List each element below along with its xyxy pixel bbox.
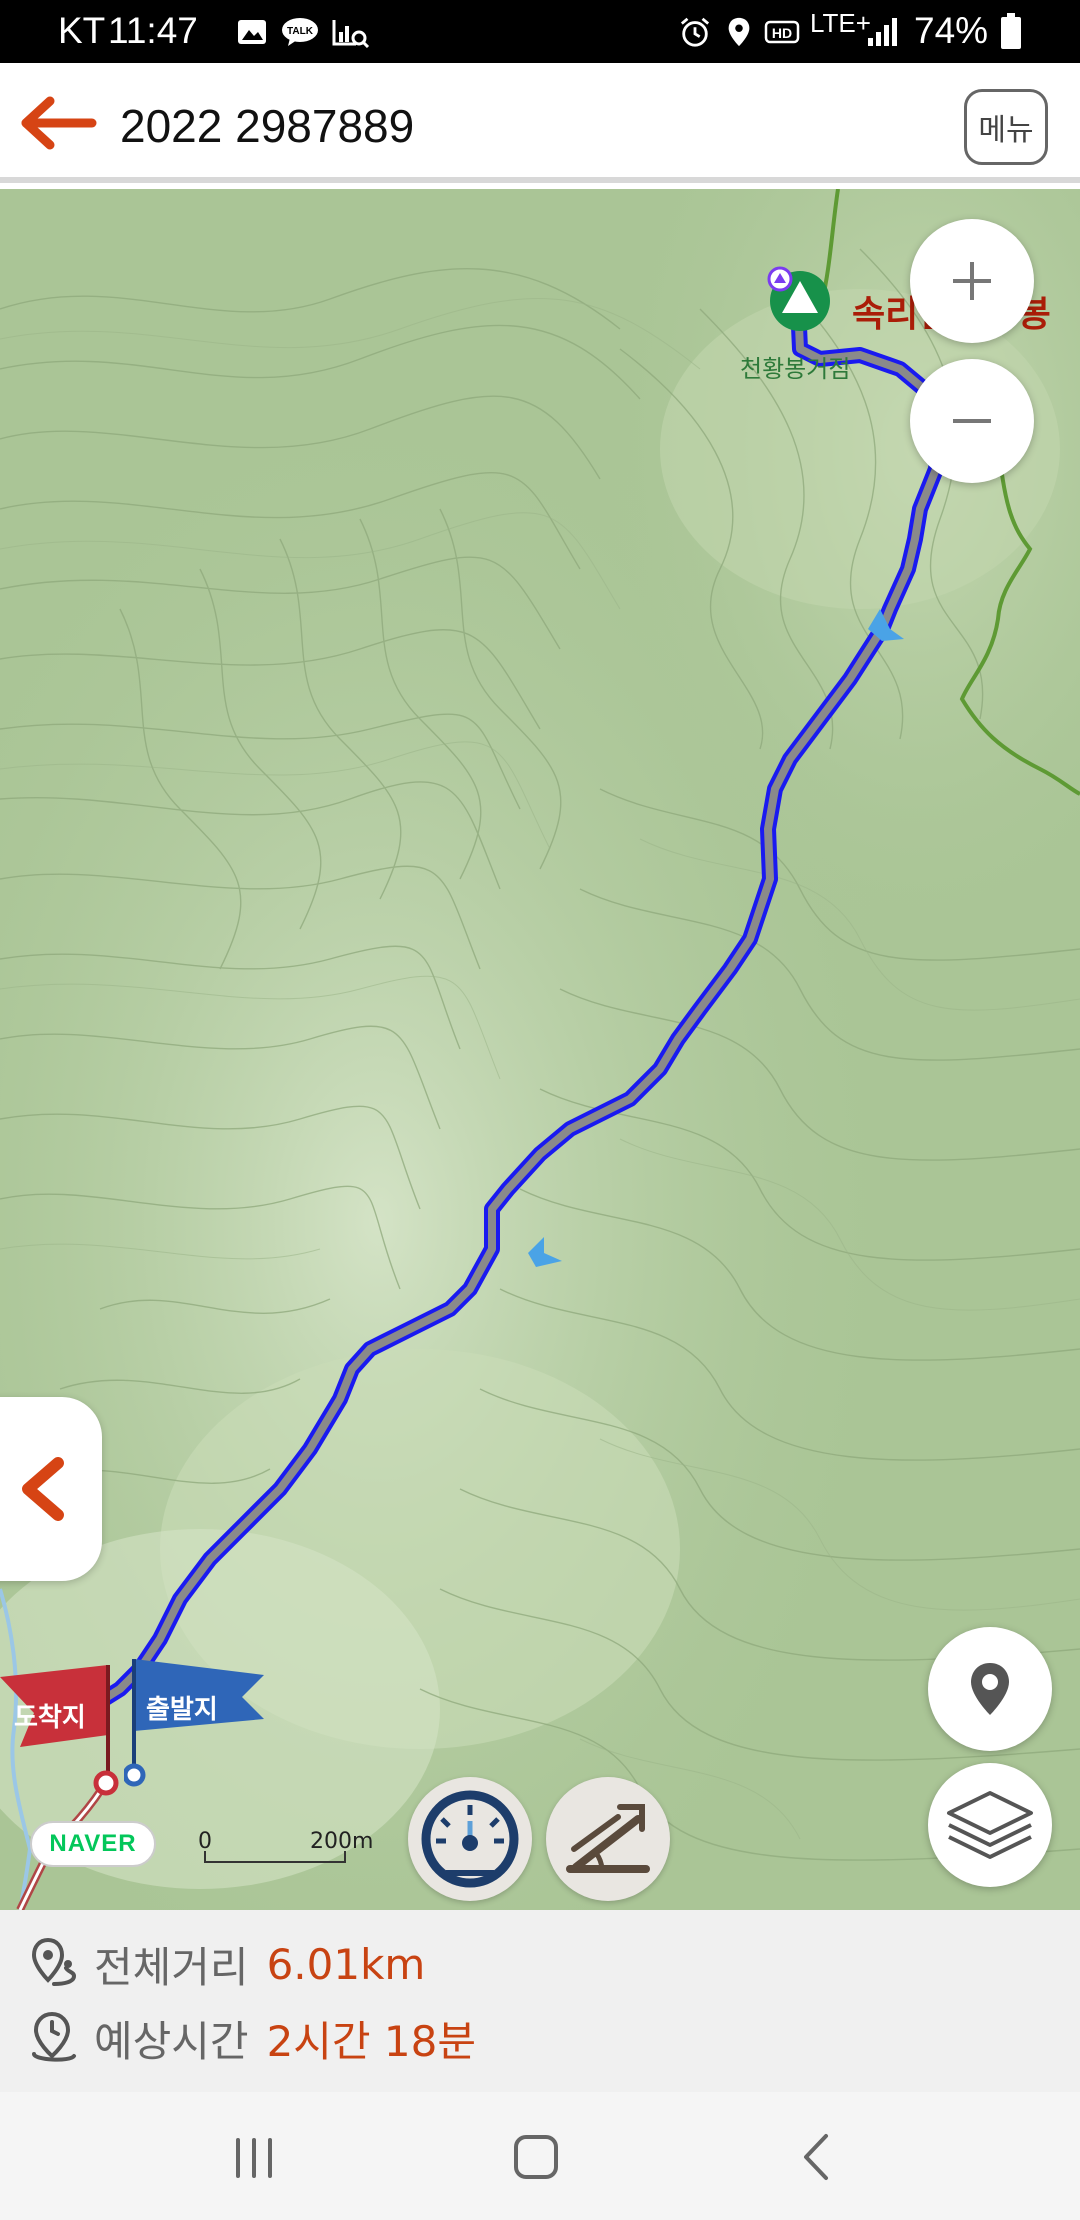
plus-icon	[953, 262, 991, 300]
battery-percent: 74%	[914, 10, 989, 51]
distance-value: 6.01km	[266, 1939, 426, 1989]
alarm-icon	[680, 17, 710, 47]
battery-icon	[1001, 13, 1021, 49]
map-view[interactable]: 속리산천황봉 천황봉거점 도착지 출발지	[0, 189, 1080, 1910]
map-layers-button[interactable]	[928, 1763, 1052, 1887]
hill-label: 천황봉거점	[740, 355, 851, 383]
chart-icon	[332, 20, 370, 48]
status-bar: KT 11:47 TALK HD LTE+ 74%	[0, 0, 1080, 63]
departure-flag-label: 출발지	[146, 1695, 218, 1725]
recent-apps-button[interactable]	[214, 2122, 294, 2192]
network-type: LTE+	[810, 8, 871, 38]
time-value: 2시간 18분	[266, 2016, 476, 2066]
menu-button[interactable]: 메뉴	[964, 89, 1048, 165]
system-nav-bar	[0, 2092, 1080, 2220]
clock: 11:47	[108, 10, 198, 51]
kakaotalk-icon: TALK	[282, 18, 318, 46]
departure-flag-icon	[124, 1659, 264, 1787]
svg-text:TALK: TALK	[287, 26, 314, 37]
naver-logo: NAVER	[30, 1821, 156, 1867]
layers-icon	[947, 1791, 1033, 1859]
arrival-flag-label: 도착지	[14, 1703, 86, 1733]
back-button[interactable]	[778, 2122, 858, 2192]
distance-row: 전체거리 6.01km	[30, 1934, 425, 1994]
time-pin-icon	[32, 2012, 76, 2062]
speedometer-button[interactable]	[408, 1777, 532, 1901]
time-row: 예상시간 2시간 18분	[30, 2008, 476, 2068]
time-label: 예상시간	[94, 2016, 249, 2066]
zoom-in-button[interactable]	[910, 219, 1034, 343]
gallery-icon	[238, 20, 266, 44]
minus-icon	[953, 419, 991, 423]
back-arrow-icon[interactable]	[18, 93, 98, 153]
slope-icon	[566, 1804, 650, 1873]
hd-icon: HD	[764, 20, 800, 44]
distance-pin-icon	[31, 1938, 77, 1986]
page-title: 2022 2987889	[120, 100, 415, 152]
speedometer-icon	[421, 1790, 519, 1888]
route-info-panel: 전체거리 6.01km 예상시간 2시간 18분	[0, 1910, 1080, 2092]
zoom-out-button[interactable]	[910, 359, 1034, 483]
home-button[interactable]	[496, 2122, 576, 2192]
my-location-button[interactable]	[928, 1627, 1052, 1751]
carrier-label: KT	[58, 10, 106, 51]
scale-line	[204, 1851, 346, 1863]
signal-icon	[868, 18, 897, 46]
chevron-left-icon	[22, 1457, 64, 1521]
elevation-profile-button[interactable]	[546, 1777, 670, 1901]
distance-label: 전체거리	[94, 1942, 249, 1992]
map-scale-bar: 0 200m	[198, 1829, 375, 1869]
app-header: 2022 2987889 메뉴	[0, 63, 1080, 183]
location-pin-icon	[971, 1663, 1009, 1715]
location-icon	[728, 17, 750, 47]
side-panel-toggle[interactable]	[0, 1397, 102, 1581]
svg-text:HD: HD	[772, 25, 792, 41]
